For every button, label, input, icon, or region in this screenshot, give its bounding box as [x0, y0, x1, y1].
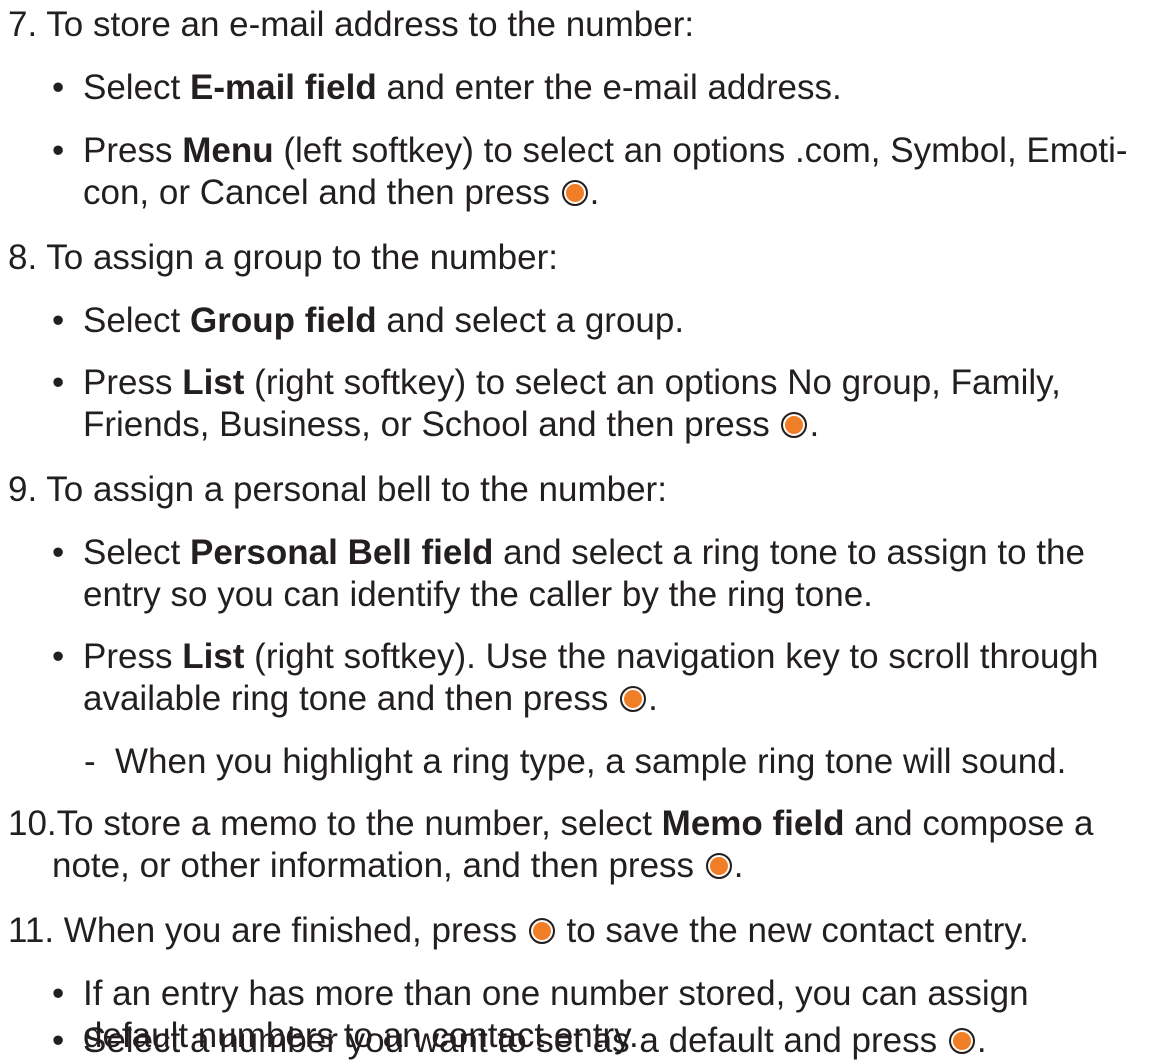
step-10: 10.To store a memo to the number, select… — [8, 804, 1094, 885]
step-7-bullet-2: • Press Menu (left softkey) to select an… — [52, 131, 1128, 212]
ok-button-icon — [528, 918, 555, 944]
step-9-note: - When you highlight a ring type, a sampl… — [84, 742, 1067, 781]
step-7-heading: 7. To store an e-mail address to the num… — [8, 5, 695, 44]
step-8-bullet-2: • Press List (right softkey) to select a… — [52, 363, 1061, 444]
ok-button-icon — [705, 853, 732, 879]
ok-button-icon — [620, 686, 647, 712]
ok-button-icon — [561, 180, 588, 206]
manual-page: 7. To store an e-mail address to the num… — [0, 0, 1167, 1064]
step-9-bullet-2: • Press List (right softkey). Use the na… — [52, 637, 1099, 718]
step-8-bullet-1: • Select Group field and select a group. — [52, 301, 685, 340]
step-9-bullet-1: • Select Personal Bell field and select … — [52, 533, 1085, 614]
ok-button-icon — [781, 412, 808, 438]
ok-button-icon — [948, 1028, 975, 1054]
step-11-bullet-2: • Select a number you want to set as a d… — [52, 1021, 987, 1060]
step-8-heading: 8. To assign a group to the number: — [8, 238, 558, 277]
step-9-heading: 9. To assign a personal bell to the numb… — [8, 470, 667, 509]
step-11-heading: 11. When you are finished, press to save… — [8, 911, 1029, 950]
step-7-bullet-1: • Select E-mail field and enter the e-ma… — [52, 68, 842, 107]
